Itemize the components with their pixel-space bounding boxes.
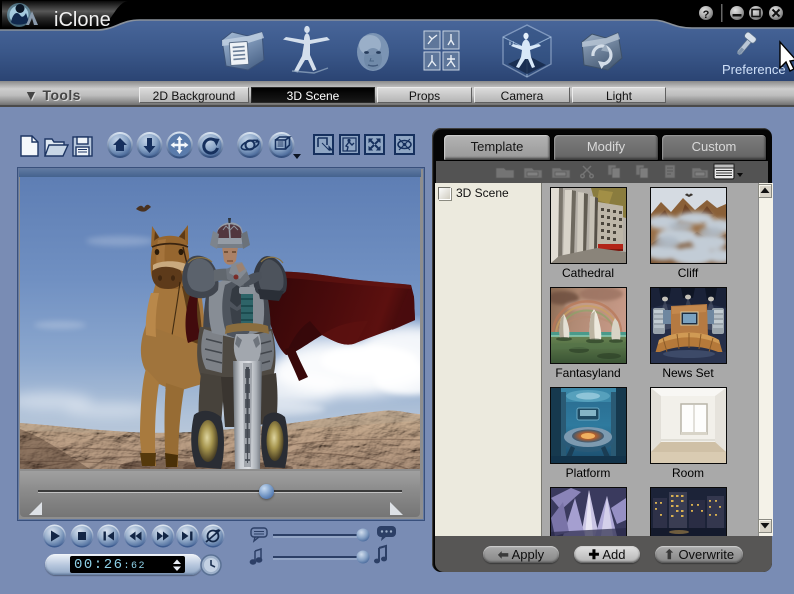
- svg-text:Preference: Preference: [722, 62, 786, 77]
- svg-text:ii·i: ii·i: [509, 41, 514, 47]
- svg-text:iClone: iClone: [54, 9, 111, 31]
- svg-text:?: ?: [703, 9, 710, 21]
